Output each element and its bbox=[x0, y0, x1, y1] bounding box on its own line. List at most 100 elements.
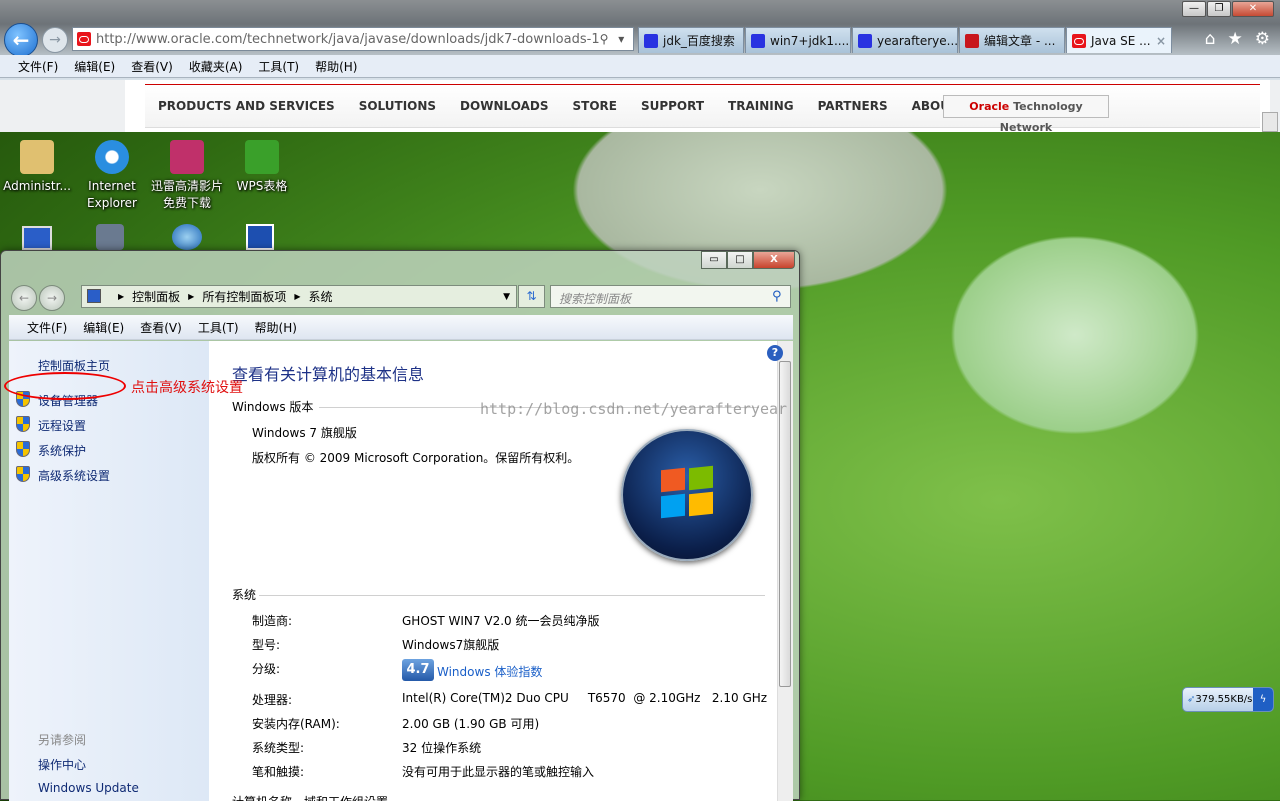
annotation-text: 点击高级系统设置 bbox=[131, 380, 243, 396]
word-icon[interactable] bbox=[246, 224, 274, 250]
menu-help[interactable]: 帮助(H) bbox=[255, 319, 297, 336]
nav-support[interactable]: SUPPORT bbox=[641, 99, 704, 113]
page-scrollbar[interactable] bbox=[1262, 112, 1278, 132]
menu-favorites[interactable]: 收藏夹(A) bbox=[189, 58, 243, 75]
tab-yearafteryear[interactable]: yearafterye... bbox=[852, 27, 958, 53]
rating-label: 分级: bbox=[252, 662, 281, 676]
browser-menubar: 文件(F) 编辑(E) 查看(V) 收藏夹(A) 工具(T) 帮助(H) bbox=[0, 55, 1280, 78]
maximize-button[interactable]: ❐ bbox=[1207, 1, 1231, 17]
help-icon[interactable]: ? bbox=[767, 345, 783, 361]
close-tab-icon[interactable]: × bbox=[1156, 34, 1166, 48]
wei-link[interactable]: Windows 体验指数 bbox=[437, 663, 542, 680]
tab-win7-jdk[interactable]: win7+jdk1.... bbox=[745, 27, 851, 53]
tab-java-se[interactable]: Java SE ... × bbox=[1066, 27, 1172, 53]
crumb-control-panel[interactable]: 控制面板 bbox=[132, 288, 180, 305]
download-speed-widget[interactable]: ➶ 379.55KB/s ϟ bbox=[1182, 687, 1274, 712]
nav-training[interactable]: TRAINING bbox=[728, 99, 794, 113]
back-button[interactable]: ← bbox=[4, 23, 38, 57]
see-also-heading: 另请参阅 bbox=[38, 733, 87, 747]
desktop-icon-xunlei[interactable]: 迅雷高清影片免费下载 bbox=[147, 140, 227, 212]
advanced-system-settings-link[interactable]: 高级系统设置 bbox=[38, 467, 110, 484]
nav-products[interactable]: PRODUCTS AND SERVICES bbox=[158, 99, 335, 113]
system-type-value: 32 位操作系统 bbox=[402, 741, 482, 755]
menu-tools[interactable]: 工具(T) bbox=[258, 58, 299, 75]
desktop-icon-administrator[interactable]: Administr... bbox=[0, 140, 77, 195]
nav-downloads[interactable]: DOWNLOADS bbox=[460, 99, 548, 113]
gear-icon[interactable]: ⚙ bbox=[1255, 29, 1270, 49]
edition-value: Windows 7 旗舰版 bbox=[252, 426, 357, 440]
menu-help[interactable]: 帮助(H) bbox=[315, 58, 357, 75]
search-icon[interactable]: ⚲ bbox=[772, 289, 782, 304]
close-button[interactable]: ✕ bbox=[1232, 1, 1274, 17]
search-input[interactable]: 搜索控制面板 bbox=[550, 285, 791, 308]
window-controls: ▭ □ X bbox=[701, 251, 795, 269]
bird-icon: ➶ bbox=[1187, 694, 1196, 705]
action-center-link[interactable]: 操作中心 bbox=[38, 756, 86, 773]
breadcrumb[interactable]: ▶ 控制面板 ▶ 所有控制面板项 ▶ 系统 ▼ bbox=[81, 285, 517, 308]
page-title: 查看有关计算机的基本信息 bbox=[232, 365, 425, 384]
scrollbar-thumb[interactable] bbox=[779, 361, 791, 687]
tab-jdk-baidu[interactable]: jdk_百度搜索 bbox=[638, 27, 744, 53]
wps-icon bbox=[245, 140, 279, 174]
tab-label: Java SE ... bbox=[1091, 33, 1151, 48]
address-tools[interactable]: ⚲ ▾ ▣ ↻ ✕ bbox=[600, 32, 633, 46]
menu-file[interactable]: 文件(F) bbox=[18, 58, 58, 75]
maximize-button[interactable]: □ bbox=[727, 251, 753, 269]
back-button[interactable]: ← bbox=[11, 285, 37, 311]
system-protection-link[interactable]: 系统保护 bbox=[38, 442, 86, 459]
home-icon[interactable]: ⌂ bbox=[1205, 29, 1216, 49]
pen-touch-value: 没有可用于此显示器的笔或触控输入 bbox=[402, 765, 595, 779]
refresh-button[interactable]: ⇅ bbox=[518, 285, 545, 308]
forward-button[interactable]: → bbox=[42, 27, 68, 53]
minimize-button[interactable]: ▭ bbox=[701, 251, 727, 269]
ram-label: 安装内存(RAM): bbox=[252, 717, 340, 731]
icon-label: 迅雷高清影片免费下载 bbox=[150, 179, 223, 210]
virtualbox-icon[interactable] bbox=[96, 224, 124, 250]
manufacturer-value: GHOST WIN7 V2.0 统一会员纯净版 bbox=[402, 614, 600, 628]
chevron-down-icon[interactable]: ▼ bbox=[503, 292, 510, 302]
address-bar[interactable]: http://www.oracle.com/technetwork/java/j… bbox=[72, 27, 634, 51]
baidu-icon bbox=[751, 33, 765, 48]
divider bbox=[319, 407, 759, 408]
shield-icon bbox=[16, 466, 30, 482]
annotation-ellipse bbox=[4, 372, 126, 400]
close-button[interactable]: X bbox=[753, 251, 795, 269]
desktop-icon-wps[interactable]: WPS表格 bbox=[222, 140, 302, 195]
csdn-icon bbox=[965, 33, 979, 48]
wei-score-badge[interactable]: 4.7 bbox=[402, 659, 434, 681]
windows-update-link[interactable]: Windows Update bbox=[38, 781, 139, 795]
windows-edition-heading: Windows 版本 bbox=[232, 400, 314, 414]
tab-edit-article[interactable]: 编辑文章 - ... bbox=[959, 27, 1065, 53]
main-pane: 查看有关计算机的基本信息 Windows 版本 Windows 7 旗舰版 版权… bbox=[209, 341, 777, 801]
ie-icon bbox=[95, 140, 129, 174]
user-folder-icon bbox=[20, 140, 54, 174]
menu-view[interactable]: 查看(V) bbox=[131, 58, 173, 75]
crumb-all-items[interactable]: 所有控制面板项 bbox=[202, 288, 286, 305]
crumb-system[interactable]: 系统 bbox=[309, 288, 333, 305]
icon-label: WPS表格 bbox=[236, 179, 288, 193]
star-icon[interactable]: ★ bbox=[1228, 29, 1243, 49]
baidu-icon bbox=[858, 33, 872, 48]
menu-view[interactable]: 查看(V) bbox=[140, 319, 182, 336]
control-panel-icon bbox=[87, 289, 101, 303]
nav-partners[interactable]: PARTNERS bbox=[818, 99, 888, 113]
menu-edit[interactable]: 编辑(E) bbox=[74, 58, 115, 75]
menu-edit[interactable]: 编辑(E) bbox=[83, 319, 124, 336]
oracle-icon bbox=[77, 32, 91, 46]
nav-solutions[interactable]: SOLUTIONS bbox=[359, 99, 436, 113]
app-icon[interactable] bbox=[172, 224, 202, 250]
minimize-button[interactable]: — bbox=[1182, 1, 1206, 17]
computer-icon[interactable] bbox=[22, 226, 52, 250]
remote-settings-link[interactable]: 远程设置 bbox=[38, 417, 86, 434]
lightning-icon: ϟ bbox=[1253, 688, 1273, 711]
browser-nav-icons: ⌂ ★ ⚙ bbox=[1205, 29, 1270, 49]
menu-file[interactable]: 文件(F) bbox=[27, 319, 67, 336]
windows-logo bbox=[621, 429, 753, 561]
otn-link[interactable]: Oracle Technology Network bbox=[943, 95, 1109, 134]
processor-value: Intel(R) Core(TM)2 Duo CPU T6570 @ 2.10G… bbox=[402, 691, 768, 705]
browser-window-controls: — ❐ ✕ bbox=[1182, 1, 1274, 17]
menu-tools[interactable]: 工具(T) bbox=[198, 319, 239, 336]
desktop-icon-ie[interactable]: Internet Explorer bbox=[72, 140, 152, 212]
forward-button[interactable]: → bbox=[39, 285, 65, 311]
nav-store[interactable]: STORE bbox=[572, 99, 616, 113]
